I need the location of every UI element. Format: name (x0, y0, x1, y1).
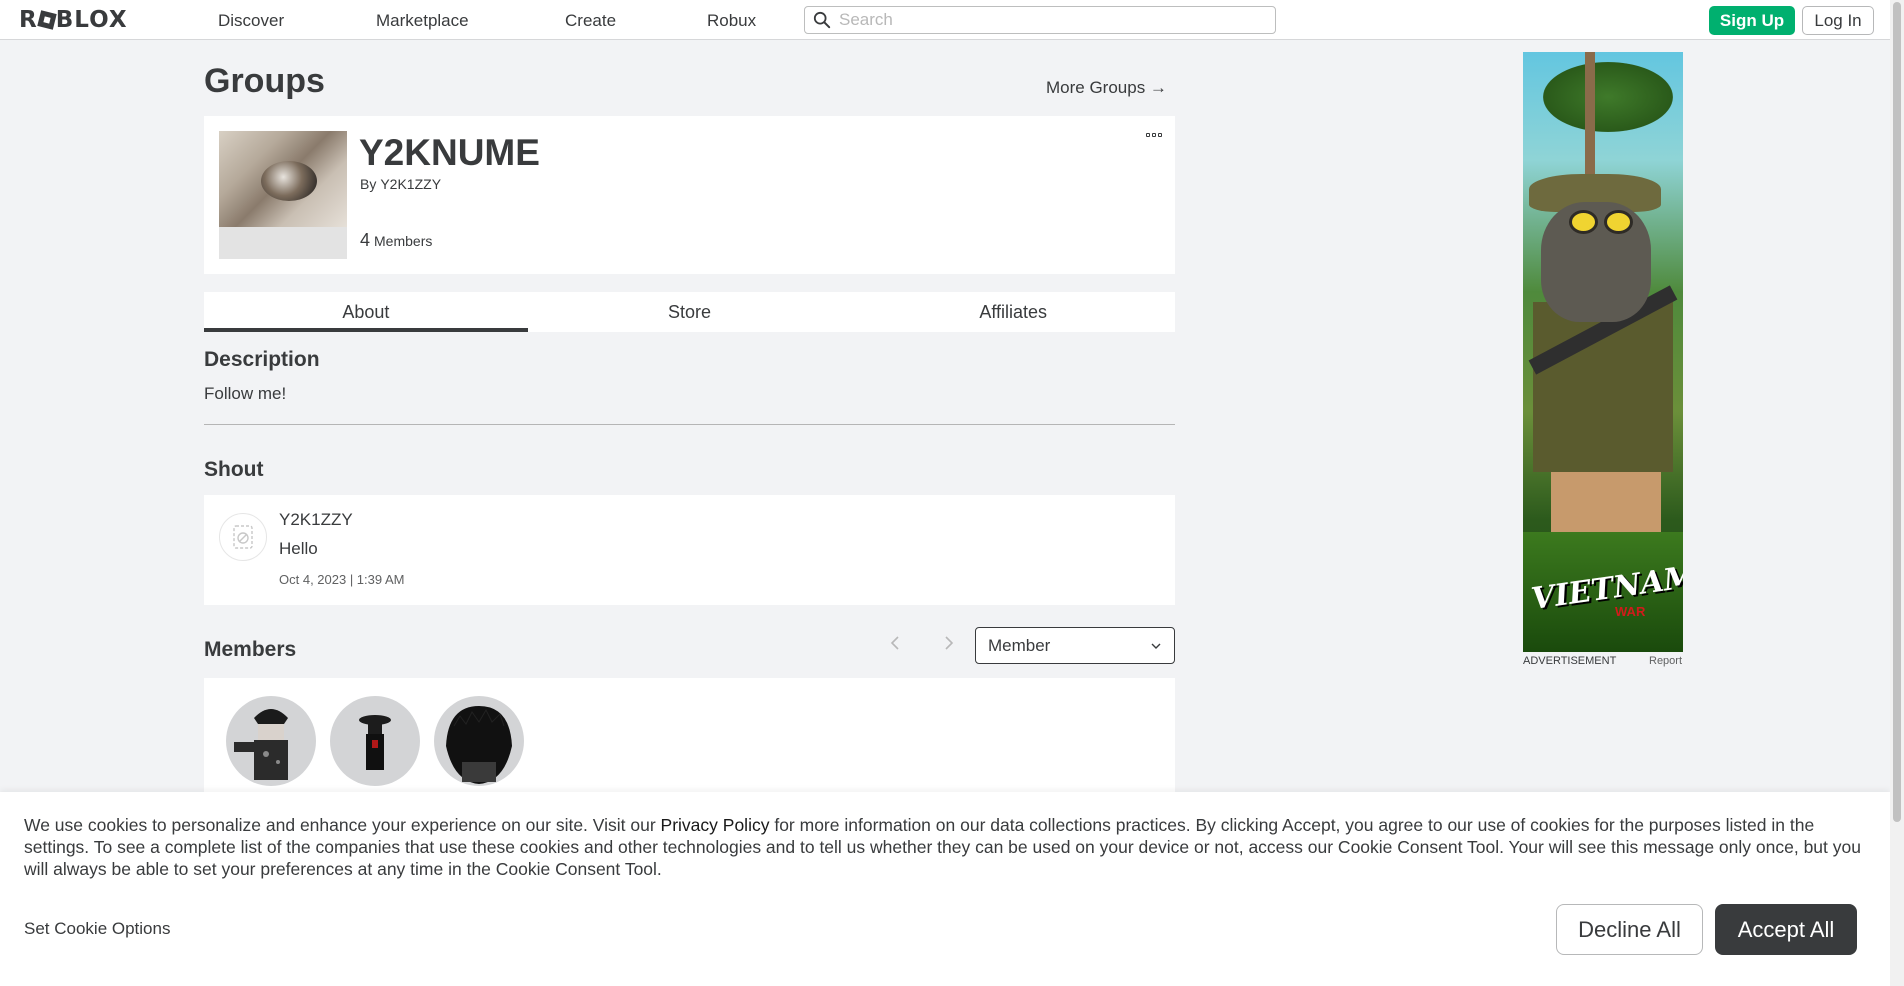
cookie-message: We use cookies to personalize and enhanc… (24, 814, 1869, 880)
more-groups-link[interactable]: More Groups → (1046, 78, 1167, 98)
ad-brand-subtitle: WAR (1615, 604, 1646, 619)
shout-date: Oct 4, 2023 | 1:39 AM (279, 572, 405, 587)
by-label: By (360, 176, 377, 192)
chevron-right-icon[interactable] (939, 634, 957, 652)
description-text: Follow me! (204, 384, 287, 403)
dot (1146, 133, 1150, 137)
chevron-down-icon (1151, 643, 1161, 649)
member-avatar[interactable] (434, 696, 524, 786)
nav-link-discover[interactable]: Discover (218, 11, 284, 31)
group-owner-link[interactable]: Y2K1ZZY (380, 176, 441, 192)
members-list (204, 678, 1175, 798)
avatar-figure (359, 715, 391, 770)
tab-store[interactable]: Store (528, 292, 852, 332)
roblox-logo[interactable]: R BLOX (19, 7, 128, 33)
avatar[interactable] (219, 513, 267, 561)
top-navigation: R BLOX Discover Marketplace Create Robux … (0, 0, 1890, 40)
member-avatar[interactable] (226, 696, 316, 786)
member-avatar[interactable] (330, 696, 420, 786)
log-in-button[interactable]: Log In (1802, 6, 1874, 35)
search-icon (813, 11, 831, 29)
shout-body: Hello (279, 539, 318, 558)
advertisement-label: ADVERTISEMENT (1523, 655, 1617, 667)
broken-image-icon (233, 525, 253, 549)
ad-art-palm-leaf (1543, 62, 1673, 132)
avatar-figure (234, 709, 288, 780)
report-ad-link[interactable]: Report (1649, 655, 1682, 667)
chevron-left-icon[interactable] (887, 634, 905, 652)
group-name: Y2KNUME (359, 132, 540, 173)
description-heading: Description (204, 348, 320, 371)
shout-heading: Shout (204, 458, 264, 481)
role-dropdown[interactable]: Member (975, 627, 1175, 664)
group-header-card: Y2KNUME By Y2K1ZZY 4 Members (204, 116, 1175, 274)
advertisement-banner[interactable]: VIETNAM WAR (1523, 52, 1683, 652)
sign-up-button[interactable]: Sign Up (1709, 6, 1795, 35)
more-options-icon[interactable] (1146, 133, 1164, 141)
dot (1152, 133, 1156, 137)
ad-art-goggles (1569, 210, 1633, 234)
group-thumbnail (219, 131, 347, 259)
search-box[interactable] (804, 6, 1276, 34)
accept-all-button[interactable]: Accept All (1715, 904, 1857, 955)
ad-art-lens (1569, 210, 1598, 234)
search-input[interactable] (839, 10, 1259, 30)
nav-link-marketplace[interactable]: Marketplace (376, 11, 469, 31)
nav-link-robux[interactable]: Robux (707, 11, 756, 31)
role-dropdown-value: Member (988, 635, 1051, 655)
page-scrollbar[interactable] (1890, 0, 1904, 986)
ad-art-lens (1604, 210, 1633, 234)
scrollbar-thumb[interactable] (1893, 2, 1901, 822)
logo-letters: BLOX (55, 7, 128, 33)
member-count-value: 4 (360, 230, 371, 250)
set-cookie-options-link[interactable]: Set Cookie Options (24, 919, 170, 939)
avatar-figure (446, 706, 512, 784)
page-title: Groups (204, 62, 325, 100)
cat-image (261, 161, 317, 201)
logo-letter-r: R (19, 7, 38, 33)
logo-o-mark (37, 10, 57, 30)
nav-link-create[interactable]: Create (565, 11, 616, 31)
cookie-banner: We use cookies to personalize and enhanc… (0, 792, 1890, 986)
shout-author-link[interactable]: Y2K1ZZY (279, 510, 353, 530)
divider (204, 424, 1175, 425)
member-count: 4 Members (360, 230, 432, 251)
tab-about[interactable]: About (204, 292, 528, 332)
dot (1158, 133, 1162, 137)
member-count-label: Members (374, 233, 433, 249)
shout-card: Y2K1ZZY Hello Oct 4, 2023 | 1:39 AM (204, 495, 1175, 605)
decline-all-button[interactable]: Decline All (1556, 904, 1703, 955)
group-owner-line: By Y2K1ZZY (360, 176, 441, 192)
privacy-policy-link[interactable]: Privacy Policy (661, 815, 770, 835)
group-tabs: About Store Affiliates (204, 292, 1175, 332)
tab-affiliates[interactable]: Affiliates (851, 292, 1175, 332)
members-heading: Members (204, 638, 297, 661)
cookie-text-before: We use cookies to personalize and enhanc… (24, 815, 661, 835)
